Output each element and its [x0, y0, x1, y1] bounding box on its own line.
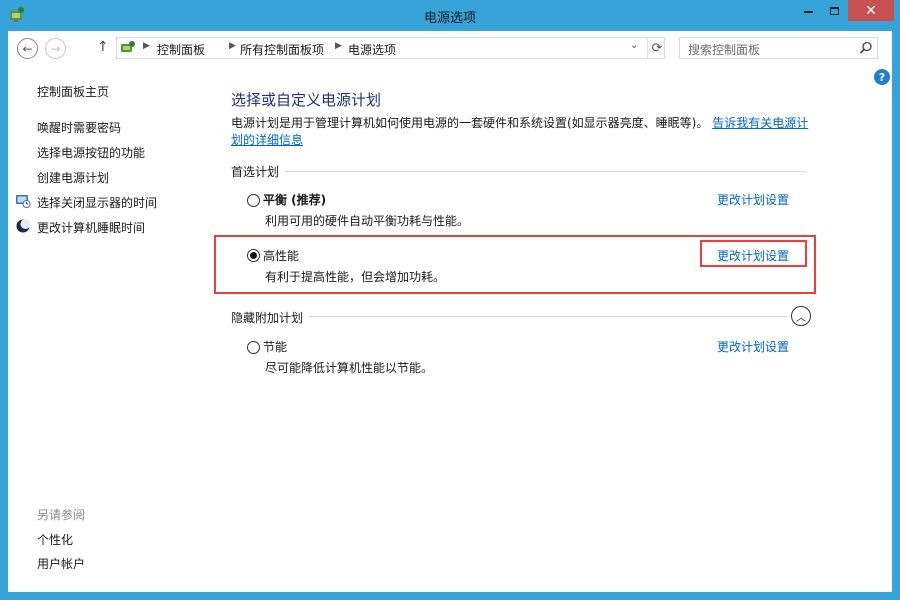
moon-icon [16, 219, 31, 233]
radio-balanced[interactable] [247, 194, 260, 207]
sidebar-item-wake-password[interactable]: 唤醒时需要密码 [37, 119, 121, 136]
refresh-button[interactable]: ⟳ [647, 38, 666, 58]
radio-power-saver[interactable] [247, 341, 260, 354]
sidebar-item-create-plan[interactable]: 创建电源计划 [37, 169, 109, 186]
search-placeholder: 搜索控制面板 [688, 43, 761, 57]
page-title: 选择或自定义电源计划 [231, 91, 382, 109]
see-also-user-accounts-link[interactable]: 用户帐户 [37, 555, 85, 572]
breadcrumb-power-options[interactable]: 电源选项 [348, 41, 396, 58]
up-button[interactable]: ↑ [97, 39, 109, 55]
page-description: 电源计划是用于管理计算机如何使用电源的一套硬件和系统设置(如显示器亮度、睡眠等)… [231, 115, 811, 149]
breadcrumb-separator-icon[interactable]: ▶ [143, 41, 150, 51]
window-title: 电源选项 [423, 11, 476, 26]
control-panel-home-link[interactable]: 控制面板主页 [37, 83, 109, 100]
control-panel-icon [121, 41, 135, 52]
search-icon[interactable] [858, 40, 874, 56]
change-plan-settings-high-performance[interactable]: 更改计划设置 [717, 247, 789, 264]
chevron-up-icon: ︿ [796, 312, 806, 324]
help-icon[interactable]: ? [874, 69, 890, 85]
radio-high-performance[interactable] [247, 249, 260, 262]
back-arrow-icon: ← [22, 41, 33, 56]
minimize-button[interactable] [795, 0, 821, 21]
description-text: 电源计划是用于管理计算机如何使用电源的一套硬件和系统设置(如显示器亮度、睡眠等)… [231, 116, 709, 130]
minimize-icon [803, 10, 813, 13]
preferred-plans-divider [231, 171, 806, 172]
collapse-hidden-plans-button[interactable]: ︿ [791, 306, 811, 326]
sidebar-item-sleep-time[interactable]: 更改计算机睡眠时间 [37, 219, 145, 236]
up-arrow-icon: ↑ [97, 39, 109, 55]
refresh-icon: ⟳ [651, 40, 663, 56]
breadcrumb-separator-icon[interactable]: ▶ [335, 41, 342, 51]
maximize-icon [829, 6, 839, 15]
close-button[interactable]: ✕ [848, 0, 894, 21]
monitor-clock-icon [16, 195, 31, 208]
address-dropdown-icon[interactable]: ⌄ [630, 40, 638, 51]
plan-name-balanced[interactable]: 平衡 (推荐) [263, 191, 326, 208]
plan-desc-balanced: 利用可用的硬件自动平衡功耗与性能。 [265, 214, 470, 228]
maximize-button[interactable] [821, 0, 847, 21]
title-bar: 电源选项 ✕ [0, 0, 900, 31]
address-bar[interactable]: ▶ 控制面板 ▶ 所有控制面板项 ▶ 电源选项 ⌄ ⟳ [116, 37, 665, 59]
navigation-bar: ← → ↑ ▶ 控制面板 ▶ 所有控制面板项 ▶ 电源选项 ⌄ ⟳ 搜索控制面板 [8, 31, 892, 65]
see-also-personalization-link[interactable]: 个性化 [37, 531, 73, 548]
breadcrumb-control-panel[interactable]: 控制面板 [157, 41, 205, 58]
change-plan-settings-balanced[interactable]: 更改计划设置 [717, 191, 789, 208]
back-button[interactable]: ← [17, 38, 38, 59]
preferred-plans-label: 首选计划 [231, 163, 286, 180]
change-plan-settings-power-saver[interactable]: 更改计划设置 [717, 338, 789, 355]
see-also-heading: 另请参阅 [37, 508, 86, 522]
forward-arrow-icon: → [50, 41, 61, 56]
plan-name-high-performance[interactable]: 高性能 [263, 247, 299, 264]
hidden-plans-divider [231, 316, 787, 317]
plan-desc-high-performance: 有利于提高性能，但会增加功耗。 [265, 270, 446, 284]
plan-desc-power-saver: 尽可能降低计算机性能以节能。 [265, 361, 434, 375]
breadcrumb-all-items[interactable]: 所有控制面板项 [240, 41, 324, 58]
forward-button[interactable]: → [45, 38, 66, 59]
sidebar-item-display-off[interactable]: 选择关闭显示器的时间 [37, 194, 157, 211]
close-icon: ✕ [865, 2, 877, 19]
window-client: ← → ↑ ▶ 控制面板 ▶ 所有控制面板项 ▶ 电源选项 ⌄ ⟳ 搜索控制面板 [8, 31, 892, 592]
breadcrumb-separator-icon[interactable]: ▶ [229, 41, 236, 51]
hidden-plans-label: 隐藏附加计划 [231, 309, 310, 326]
plan-name-power-saver[interactable]: 节能 [263, 338, 287, 355]
search-box[interactable]: 搜索控制面板 [679, 37, 878, 59]
sidebar-item-power-button[interactable]: 选择电源按钮的功能 [37, 144, 145, 161]
